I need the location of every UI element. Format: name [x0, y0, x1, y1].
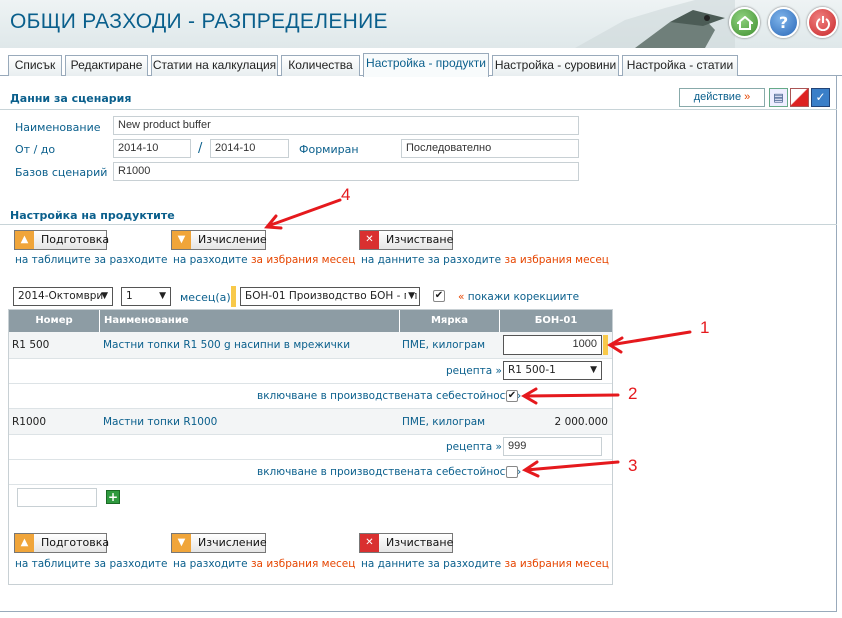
- annotation-label-2: 2: [628, 384, 638, 403]
- annotation-label-3: 3: [628, 456, 638, 475]
- annotation-label-1: 1: [700, 318, 710, 337]
- annotation-arrows: [264, 198, 692, 478]
- annotation-arrow-4: [266, 198, 342, 228]
- annotation-label-4: 4: [341, 185, 351, 204]
- annotation-arrow-3: [524, 460, 620, 472]
- annotation-arrow-2: [523, 393, 620, 398]
